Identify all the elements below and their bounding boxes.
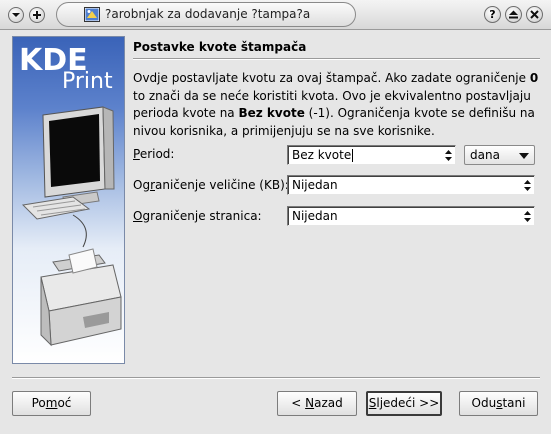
size-limit-value: Nijedan [292, 178, 338, 192]
period-unit-combo[interactable]: dana [464, 145, 535, 165]
help-btn-post: oć [57, 396, 72, 410]
next-btn-post: ljedeći >> [376, 396, 440, 410]
shade-icon [509, 10, 518, 19]
period-value: Bez kvote [292, 148, 352, 162]
window-title: ?arobnjak za dodavanje ?tampa?a [105, 7, 311, 21]
spin-arrows-icon[interactable] [523, 178, 532, 193]
back-button[interactable]: < Nazad [277, 391, 357, 416]
desc-text-1: Ovdje postavljate kvotu za ovaj štampač.… [133, 71, 530, 85]
size-limit-label: Ograničenje veličine (KB): [133, 178, 289, 192]
kde-print-banner: KDE Print [12, 36, 125, 364]
back-btn-post: azad [314, 396, 343, 410]
computer-printer-illustration [21, 106, 122, 347]
spin-arrows-icon[interactable] [444, 148, 453, 163]
print-logo-text: Print [62, 69, 113, 94]
help-btn-pre: Po [31, 396, 46, 410]
help-dialog-button[interactable]: Pomoć [12, 391, 91, 416]
back-btn-accel: N [305, 396, 315, 410]
title-pill[interactable]: ?arobnjak za dodavanje ?tampa?a [56, 2, 356, 27]
cancel-btn-pre: Odu [471, 396, 497, 410]
period-label-text: eriod: [139, 147, 175, 161]
printer-wizard-icon [84, 7, 100, 22]
size-limit-spinbox[interactable]: Nijedan [287, 175, 535, 195]
period-label: Period: [133, 147, 174, 161]
plus-icon [33, 11, 41, 19]
page-description: Ovdje postavljate kvotu za ovaj štampač.… [133, 70, 543, 140]
shade-button[interactable] [505, 6, 522, 23]
page-label-text: graničenje stranica: [142, 209, 262, 223]
page-limit-value: Nijedan [292, 209, 338, 223]
next-button[interactable]: Sljedeći >> [366, 391, 442, 416]
spin-arrows-icon[interactable] [523, 209, 532, 224]
period-label-accel: P [133, 147, 140, 161]
help-button[interactable]: ? [484, 6, 501, 23]
desc-bold-1: 0 [529, 71, 539, 85]
close-icon [530, 10, 539, 19]
size-label-post: aničenje veličine (KB): [155, 178, 289, 192]
help-label: ? [489, 8, 496, 21]
window-menu-button[interactable] [8, 7, 24, 23]
page-limit-spinbox[interactable]: Nijedan [287, 206, 535, 226]
page-title: Postavke kvote štampača [133, 40, 307, 54]
period-unit-value: dana [470, 148, 500, 162]
page-limit-label: Ograničenje stranica: [133, 209, 262, 223]
chevron-down-icon [12, 13, 20, 17]
period-spinbox[interactable]: Bez kvote [287, 145, 456, 165]
bottom-divider [12, 377, 540, 379]
close-button[interactable] [526, 6, 543, 23]
chevron-down-icon [519, 153, 529, 159]
back-btn-pre: < [291, 396, 306, 410]
desc-bold-2: Bez kvote [238, 106, 305, 120]
title-bar: ?arobnjak za dodavanje ?tampa?a ? [0, 0, 551, 30]
heading-divider [133, 58, 540, 60]
sticky-button[interactable] [29, 7, 45, 23]
size-label-pre: Og [133, 178, 151, 192]
cancel-button[interactable]: Odustani [459, 391, 538, 416]
text-cursor [352, 149, 353, 162]
cancel-btn-post: tani [502, 396, 526, 410]
help-btn-accel: m [45, 396, 58, 410]
